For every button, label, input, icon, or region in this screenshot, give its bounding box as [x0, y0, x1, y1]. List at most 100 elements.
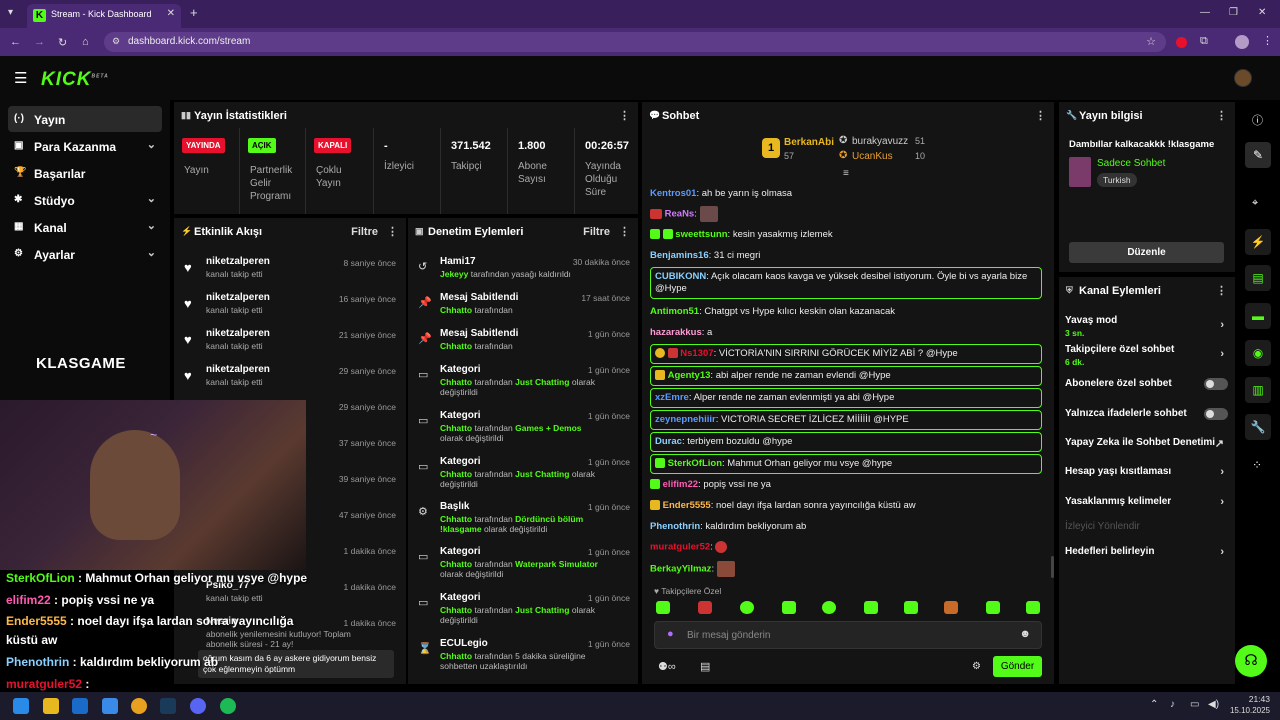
more-options-icon[interactable]: ⋮ [1035, 109, 1046, 122]
clipboard-icon[interactable]: ▤ [1245, 265, 1271, 291]
chat-username[interactable]: elifim22 [663, 479, 698, 490]
leader-name[interactable]: UcanKus [852, 151, 893, 162]
layout-tool-icon[interactable]: ▥ [1245, 377, 1271, 403]
emote-icon[interactable] [782, 601, 796, 614]
emote-icon[interactable] [698, 601, 712, 614]
browser-tab[interactable]: K Stream - Kick Dashboard ✕ [27, 4, 181, 28]
infinity-icon[interactable]: ⚉∞ [658, 660, 676, 673]
clock-date[interactable]: 15.10.2025 [1222, 706, 1270, 715]
emote-icon[interactable] [864, 601, 878, 614]
clock-time[interactable]: 21:43 [1230, 694, 1270, 704]
more-options-icon[interactable]: ⋮ [1216, 109, 1227, 122]
mod-actor[interactable]: Jekeyy [440, 269, 468, 279]
chat-username[interactable]: ReaNs [665, 209, 695, 220]
url-field[interactable]: ⚙ dashboard.kick.com/stream ☆ [104, 32, 1166, 52]
chat-username[interactable]: CUBIKONN [655, 271, 706, 282]
emote-icon[interactable] [740, 601, 754, 614]
more-options-icon[interactable]: ⋮ [619, 109, 630, 122]
bookmark-star-icon[interactable]: ☆ [1146, 35, 1156, 48]
emote-icon[interactable] [944, 601, 958, 614]
system-tray-chevron-icon[interactable]: ⌃ [1150, 699, 1158, 710]
mod-actor[interactable]: Chhatto [440, 469, 472, 479]
kick-logo[interactable]: KICKBETA [41, 69, 109, 91]
category-link[interactable]: Sadece Sohbet [1097, 158, 1165, 169]
reload-icon[interactable]: ↻ [58, 36, 67, 49]
chat-username[interactable]: Ender5555 [663, 500, 711, 511]
mod-actor[interactable]: Chhatto [440, 305, 472, 315]
support-headset-icon[interactable]: ☊ [1235, 645, 1267, 677]
emote-icon[interactable] [986, 601, 1000, 614]
chat-username[interactable]: BerkayYilmaz [650, 564, 711, 575]
chat-username[interactable]: Benjamins16 [650, 250, 709, 261]
emote-icon[interactable] [904, 601, 918, 614]
user-avatar[interactable] [1234, 69, 1252, 87]
mod-actor[interactable]: Chhatto [440, 377, 472, 387]
focus-icon[interactable]: ⌖ [1252, 197, 1258, 210]
tab-list-icon[interactable]: ▾ [8, 7, 13, 18]
more-options-icon[interactable]: ⋮ [1216, 284, 1227, 297]
tag-pill[interactable]: Turkish [1097, 173, 1137, 187]
extensions-puzzle-icon[interactable]: ⧉ [1200, 35, 1208, 48]
more-tools-icon[interactable]: ⁘ [1252, 458, 1262, 472]
browser-menu-icon[interactable]: ⋮ [1262, 34, 1273, 47]
activity-user[interactable]: niketzalperen [206, 256, 270, 267]
mod-actor[interactable]: Chhatto [440, 341, 472, 351]
tab-close-icon[interactable]: ✕ [167, 8, 175, 19]
file-explorer-icon[interactable] [43, 698, 59, 714]
chat-tool-icon[interactable]: ▬ [1245, 303, 1271, 329]
expand-leaderboard-icon[interactable]: ≡ [843, 168, 849, 179]
home-icon[interactable]: ⌂ [82, 36, 89, 48]
outlook-icon[interactable] [72, 698, 88, 714]
chat-username[interactable]: SterkOfLion [668, 458, 722, 469]
new-tab-icon[interactable]: + [190, 5, 198, 20]
chat-username[interactable]: Kentros01 [650, 188, 696, 199]
action-ai-moderation[interactable]: Yapay Zeka ile Sohbet Denetimi ↗ [1065, 437, 1230, 450]
volume-icon[interactable]: ◀) [1208, 699, 1219, 710]
action-account-age[interactable]: Hesap yaşı kısıtlaması › [1065, 466, 1230, 478]
mod-actor[interactable]: Chhatto [440, 514, 472, 524]
mic-tray-icon[interactable]: ♪ [1170, 699, 1175, 710]
chat-username[interactable]: Ns1307 [680, 348, 713, 359]
chat-settings-icon[interactable]: ⚙ [972, 661, 981, 672]
mod-actor[interactable]: Chhatto [440, 651, 472, 661]
site-info-icon[interactable]: ⚙ [112, 36, 120, 47]
hamburger-menu-icon[interactable]: ☰ [14, 69, 27, 87]
chat-username[interactable]: muratguler52 [650, 542, 710, 553]
broadcast-tool-icon[interactable]: ◉ [1245, 340, 1271, 366]
mod-actor[interactable]: Chhatto [440, 559, 472, 569]
mic-icon[interactable]: ● [667, 628, 674, 640]
filter-button[interactable]: Filtre [583, 226, 610, 238]
chat-username[interactable]: hazarakkus [650, 327, 702, 338]
action-followers-only[interactable]: Takipçilere özel sohbet 6 dk. › [1065, 344, 1230, 367]
maximize-icon[interactable]: ❐ [1229, 7, 1238, 18]
windows-start-icon[interactable] [13, 698, 29, 714]
chat-username[interactable]: sweettsunn [675, 229, 727, 240]
sidebar-item-yayin[interactable]: (·) Yayın [8, 106, 162, 132]
emoji-picker-icon[interactable]: ☻ [1019, 628, 1031, 640]
forward-icon[interactable]: → [34, 36, 45, 48]
send-button[interactable]: Gönder [993, 656, 1042, 677]
mod-actor[interactable]: Chhatto [440, 605, 472, 615]
leader-name[interactable]: BerkanAbi [784, 137, 834, 148]
profile-avatar[interactable] [1235, 35, 1249, 49]
more-options-icon[interactable]: ⋮ [387, 225, 398, 238]
extension-icon[interactable] [1176, 37, 1187, 48]
action-goals[interactable]: Hedefleri belirleyin › [1065, 546, 1230, 558]
action-banned-words[interactable]: Yasaklanmış kelimeler › [1065, 496, 1230, 508]
store-icon[interactable]: ▤ [700, 660, 710, 673]
wrench-tool-icon[interactable]: 🔧 [1245, 414, 1271, 440]
subscribers-only-toggle[interactable] [1204, 378, 1228, 390]
spotify-icon[interactable] [220, 698, 236, 714]
sidebar-item-para-kazanma[interactable]: ▣ Para Kazanma ⌄ [8, 133, 162, 159]
activity-user[interactable]: niketzalperen [206, 328, 270, 339]
chat-input[interactable]: ● Bir mesaj gönderin ☻ [654, 621, 1042, 649]
emote-icon[interactable] [822, 601, 836, 614]
emote-only-toggle[interactable] [1204, 408, 1228, 420]
minimize-icon[interactable]: — [1200, 7, 1210, 18]
edit-button[interactable]: Düzenle [1069, 242, 1224, 263]
sidebar-item-kanal[interactable]: ▦ Kanal ⌄ [8, 214, 162, 240]
activity-user[interactable]: niketzalperen [206, 292, 270, 303]
filter-button[interactable]: Filtre [351, 226, 378, 238]
chat-scrollbar[interactable] [1051, 556, 1054, 578]
chat-username[interactable]: xzEmre [655, 392, 689, 403]
